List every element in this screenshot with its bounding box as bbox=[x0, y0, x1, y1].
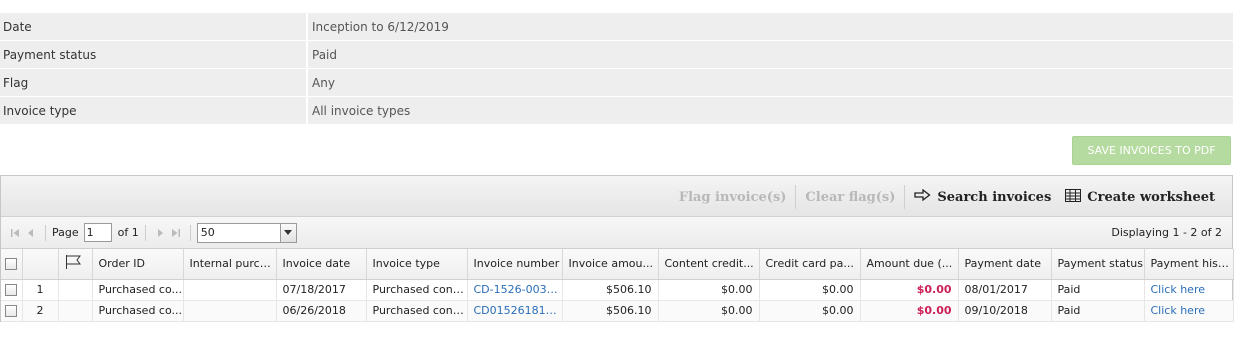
select-all-header bbox=[1, 249, 23, 280]
page-size-select[interactable]: 50 bbox=[196, 222, 297, 243]
pager-divider bbox=[45, 224, 46, 241]
column-header[interactable]: Order ID bbox=[92, 249, 184, 280]
payment-status-cell: Paid bbox=[1051, 300, 1145, 322]
previous-page-icon[interactable] bbox=[23, 225, 39, 241]
flag-column-header[interactable] bbox=[58, 249, 93, 280]
column-header[interactable]: Invoice number bbox=[467, 249, 563, 280]
credit-card-cell: $0.00 bbox=[759, 300, 861, 322]
column-header[interactable]: Payment history bbox=[1144, 249, 1234, 280]
payment-history-link[interactable]: Click here bbox=[1144, 279, 1234, 301]
pager-divider bbox=[189, 224, 191, 241]
order-id-cell: Purchased co... bbox=[92, 300, 184, 322]
content-credit-cell: $0.00 bbox=[658, 279, 760, 301]
filter-row-date: Date Inception to 6/12/2019 bbox=[0, 13, 1233, 41]
create-worksheet-label: Create worksheet bbox=[1087, 189, 1215, 205]
filter-label: Invoice type bbox=[0, 97, 306, 125]
internal-purchase-cell bbox=[183, 279, 277, 301]
row-number: 1 bbox=[22, 279, 59, 301]
row-flag-cell[interactable] bbox=[58, 279, 93, 301]
filter-label: Flag bbox=[0, 69, 306, 97]
payment-history-link[interactable]: Click here bbox=[1144, 300, 1234, 322]
table-row[interactable]: 2 Purchased co... 06/26/2018 Purchased c… bbox=[1, 300, 1234, 322]
arrow-right-icon bbox=[914, 188, 931, 205]
last-page-icon[interactable] bbox=[168, 225, 184, 241]
filter-value: All invoice types bbox=[308, 97, 1233, 125]
column-header[interactable]: Payment date bbox=[958, 249, 1052, 280]
invoice-number-link[interactable]: CD-1526-0036... bbox=[467, 279, 563, 301]
clear-flags-label: Clear flag(s) bbox=[805, 189, 896, 205]
row-number-header bbox=[22, 249, 59, 280]
invoice-date-cell: 07/18/2017 bbox=[276, 279, 367, 301]
filter-summary: Date Inception to 6/12/2019 Payment stat… bbox=[0, 13, 1233, 125]
payment-status-cell: Paid bbox=[1051, 279, 1145, 301]
column-header[interactable]: Credit card pa... bbox=[759, 249, 861, 280]
invoice-type-cell: Purchased cont... bbox=[366, 279, 468, 301]
displaying-count: Displaying 1 - 2 of 2 bbox=[1111, 226, 1222, 239]
create-worksheet-button[interactable]: Create worksheet bbox=[1058, 183, 1222, 211]
invoice-amount-cell: $506.10 bbox=[562, 279, 659, 301]
invoice-grid: Flag invoice(s) Clear flag(s) Search inv… bbox=[0, 175, 1234, 322]
filter-value: Inception to 6/12/2019 bbox=[308, 13, 1233, 41]
payment-date-cell: 09/10/2018 bbox=[958, 300, 1052, 322]
table-icon bbox=[1065, 188, 1082, 206]
invoice-date-cell: 06/26/2018 bbox=[276, 300, 367, 322]
table-header-row: Order ID Internal purch... Invoice date … bbox=[1, 249, 1234, 280]
first-page-icon[interactable] bbox=[7, 225, 23, 241]
column-header[interactable]: Invoice date bbox=[276, 249, 367, 280]
row-number: 2 bbox=[22, 300, 59, 322]
filter-label: Date bbox=[0, 13, 306, 41]
row-checkbox[interactable] bbox=[5, 284, 17, 296]
flag-invoices-button[interactable]: Flag invoice(s) bbox=[672, 183, 794, 211]
invoice-number-link[interactable]: CD015261811... bbox=[467, 300, 563, 322]
content-credit-cell: $0.00 bbox=[658, 300, 760, 322]
chevron-down-icon[interactable] bbox=[279, 223, 296, 242]
row-checkbox[interactable] bbox=[5, 305, 17, 317]
filter-row-payment-status: Payment status Paid bbox=[0, 41, 1233, 69]
pager-divider bbox=[144, 224, 146, 241]
row-checkbox-cell bbox=[1, 300, 23, 322]
internal-purchase-cell bbox=[183, 300, 277, 322]
flag-invoices-label: Flag invoice(s) bbox=[678, 189, 787, 205]
payment-date-cell: 08/01/2017 bbox=[958, 279, 1052, 301]
invoice-type-cell: Purchased cont... bbox=[366, 300, 468, 322]
page-count-label: of 1 bbox=[117, 226, 139, 239]
filter-row-invoice-type: Invoice type All invoice types bbox=[0, 97, 1233, 125]
page-size-value: 50 bbox=[200, 225, 215, 239]
pagination-bar: Page of 1 50 Displaying 1 - 2 of 2 bbox=[1, 217, 1232, 249]
row-flag-cell[interactable] bbox=[58, 300, 93, 322]
credit-card-cell: $0.00 bbox=[759, 279, 861, 301]
toolbar-divider bbox=[904, 185, 906, 209]
column-header[interactable]: Amount due (... bbox=[860, 249, 959, 280]
search-invoices-label: Search invoices bbox=[937, 189, 1052, 205]
column-header[interactable]: Invoice type bbox=[366, 249, 468, 280]
amount-due-cell: $0.00 bbox=[860, 300, 959, 322]
toolbar-divider bbox=[795, 185, 797, 209]
page-label: Page bbox=[52, 226, 79, 239]
page-number-input[interactable] bbox=[83, 223, 112, 242]
grid-toolbar: Flag invoice(s) Clear flag(s) Search inv… bbox=[1, 176, 1232, 217]
filter-row-flag: Flag Any bbox=[0, 69, 1233, 97]
filter-value: Paid bbox=[308, 41, 1233, 69]
flag-icon bbox=[65, 255, 81, 272]
column-header[interactable]: Content credit... bbox=[658, 249, 760, 280]
filter-value: Any bbox=[308, 69, 1233, 97]
search-invoices-button[interactable]: Search invoices bbox=[907, 183, 1058, 211]
column-header[interactable]: Payment status bbox=[1051, 249, 1145, 280]
table-row[interactable]: 1 Purchased co... 07/18/2017 Purchased c… bbox=[1, 279, 1234, 301]
invoice-amount-cell: $506.10 bbox=[562, 300, 659, 322]
save-invoices-pdf-button[interactable]: SAVE INVOICES TO PDF bbox=[1072, 136, 1231, 165]
amount-due-cell: $0.00 bbox=[860, 279, 959, 301]
next-page-icon[interactable] bbox=[152, 225, 168, 241]
column-header[interactable]: Invoice amou... bbox=[562, 249, 659, 280]
clear-flags-button[interactable]: Clear flag(s) bbox=[798, 183, 902, 211]
column-header[interactable]: Internal purch... bbox=[183, 249, 277, 280]
order-id-cell: Purchased co... bbox=[92, 279, 184, 301]
invoice-table: Order ID Internal purch... Invoice date … bbox=[1, 249, 1234, 322]
filter-label: Payment status bbox=[0, 41, 306, 69]
row-checkbox-cell bbox=[1, 279, 23, 301]
select-all-checkbox[interactable] bbox=[5, 258, 17, 271]
